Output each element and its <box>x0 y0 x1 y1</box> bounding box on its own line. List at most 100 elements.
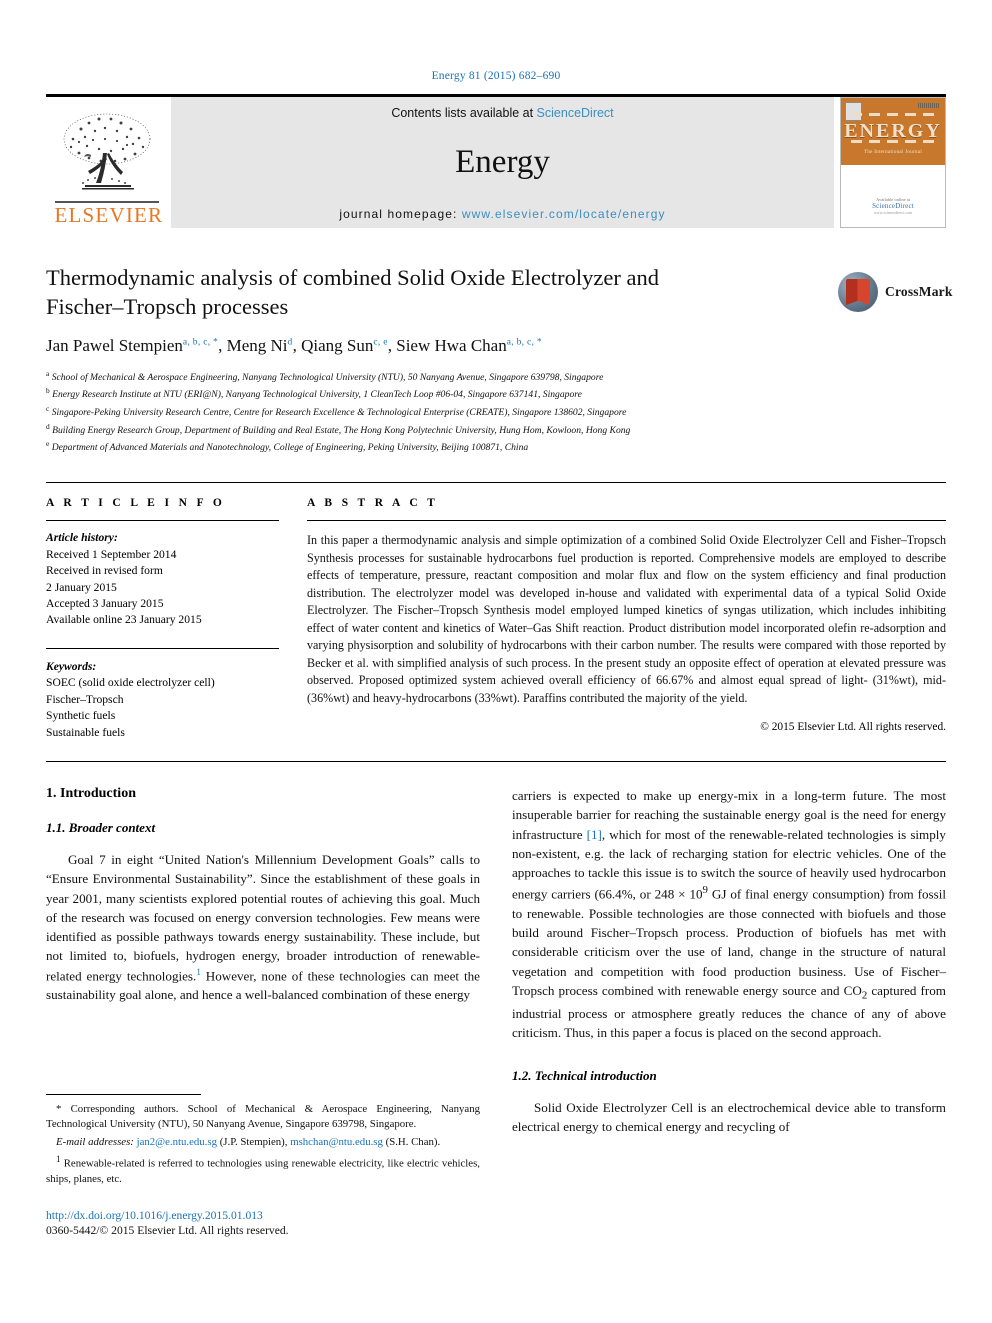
abstract-copyright: © 2015 Elsevier Ltd. All rights reserved… <box>760 720 946 733</box>
abstract-heading: A B S T R A C T <box>307 497 439 510</box>
journal-homepage-link[interactable]: www.elsevier.com/locate/energy <box>462 207 666 221</box>
body-column-right: carriers is expected to make up energy-m… <box>512 786 946 1136</box>
author-separator: , <box>292 335 302 355</box>
divider <box>46 520 279 522</box>
homepage-prefix: journal homepage: <box>339 207 462 221</box>
article-history-block: Article history: Received 1 September 20… <box>46 530 279 629</box>
title-block: Thermodynamic analysis of combined Solid… <box>46 264 952 356</box>
page-footer: http://dx.doi.org/10.1016/j.energy.2015.… <box>46 1209 566 1237</box>
history-item: Available online 23 January 2015 <box>46 613 202 627</box>
keywords-block: Keywords: SOEC (solid oxide electrolyzer… <box>46 647 279 741</box>
paragraph: carriers is expected to make up energy-m… <box>512 786 946 1042</box>
crossmark-book-icon <box>846 279 870 305</box>
contents-line: Contents lists available at ScienceDirec… <box>391 106 613 120</box>
issn-copyright: 0360-5442/© 2015 Elsevier Ltd. All right… <box>46 1224 289 1237</box>
affiliation-item: e Department of Advanced Materials and N… <box>46 438 946 456</box>
contents-prefix: Contents lists available at <box>391 106 537 120</box>
crossmark-badge[interactable]: CrossMark <box>838 270 952 314</box>
author-affiliation-marks: c, e <box>373 336 388 347</box>
divider <box>307 520 946 522</box>
history-item: Received 1 September 2014 <box>46 547 177 561</box>
cover-top-band: ENERGY The International Journal <box>841 98 945 166</box>
email-owner-1: (J.P. Stempien), <box>217 1136 291 1149</box>
author-separator: , <box>218 335 227 355</box>
affiliation-mark: b <box>46 386 50 396</box>
paragraph: Solid Oxide Electrolyzer Cell is an elec… <box>512 1100 946 1135</box>
cover-decor-line-top <box>851 112 935 116</box>
affiliation-item: d Building Energy Research Group, Depart… <box>46 421 946 439</box>
affiliation-text: Department of Advanced Materials and Nan… <box>51 442 529 454</box>
author-name: Qiang Sun <box>301 335 374 355</box>
article-info-heading: A R T I C L E I N F O <box>46 497 226 510</box>
email-owner-2: (S.H. Chan). <box>382 1136 441 1149</box>
sciencedirect-link[interactable]: ScienceDirect <box>537 106 614 120</box>
footnote-number-marker: 1 <box>56 1154 61 1165</box>
page-title: Thermodynamic analysis of combined Solid… <box>46 265 659 319</box>
cover-sd-url: www.sciencedirect.com <box>873 209 913 215</box>
email-link-2[interactable]: mshchan@ntu.edu.sg <box>290 1136 383 1148</box>
crossmark-label: CrossMark <box>885 284 953 299</box>
cover-sd-brand: ScienceDirect <box>872 201 914 210</box>
body-column-left: 1. Introduction 1.1. Broader context Goa… <box>46 786 480 1136</box>
author-name: Jan Pawel Stempien <box>46 335 183 355</box>
affiliation-item: b Energy Research Institute at NTU (ERI@… <box>46 385 946 403</box>
keyword-item: Fischer–Tropsch <box>46 692 124 706</box>
history-item: Accepted 3 January 2015 <box>46 597 164 610</box>
paragraph-text: Goal 7 in eight “United Nation's Millenn… <box>46 852 480 983</box>
article-info-column: A R T I C L E I N F O Article history: R… <box>46 497 279 741</box>
footnotes-block: * Corresponding authors. School of Mecha… <box>46 1094 480 1190</box>
cover-subtitle: The International Journal <box>863 150 923 156</box>
affiliation-mark: e <box>46 439 50 449</box>
body-columns: 1. Introduction 1.1. Broader context Goa… <box>46 761 946 1136</box>
affiliation-text: Energy Research Institute at NTU (ERI@N)… <box>52 389 582 401</box>
keyword-item: SOEC (solid oxide electrolyzer cell) <box>46 676 215 690</box>
affiliation-text: Building Energy Research Group, Departme… <box>52 424 631 436</box>
elsevier-logo: ELSEVIER <box>46 97 167 228</box>
info-abstract-row: A R T I C L E I N F O Article history: R… <box>46 482 946 741</box>
paragraph: Goal 7 in eight “United Nation's Millenn… <box>46 850 480 1004</box>
affiliation-text: School of Mechanical & Aerospace Enginee… <box>51 371 604 383</box>
affiliation-mark: c <box>46 404 50 414</box>
footnote-corresponding-text: Corresponding authors. School of Mechani… <box>46 1103 480 1131</box>
footnote-emails: E-mail addresses: jan2@e.ntu.edu.sg (J.P… <box>46 1135 480 1150</box>
footnote-corresponding: * Corresponding authors. School of Mecha… <box>46 1102 480 1132</box>
journal-title: Energy <box>455 144 550 180</box>
article-history-label: Article history: <box>46 531 118 545</box>
paper-page: Energy 81 (2015) 682–690 ELSEVIER Conten… <box>0 0 992 1323</box>
paragraph-text-cont2: GJ of final energy consumption) from fos… <box>512 886 946 998</box>
affiliation-mark: a <box>46 368 50 378</box>
email-label: E-mail addresses: <box>56 1136 134 1149</box>
footnote-star-marker: * <box>56 1103 62 1115</box>
author-affiliation-marks: a, b, c, * <box>182 336 219 347</box>
keyword-item: Sustainable fuels <box>46 725 125 739</box>
affiliation-mark: d <box>46 421 50 431</box>
cover-elsevier-mark-icon <box>845 102 862 121</box>
keywords-body: Keywords: SOEC (solid oxide electrolyzer… <box>46 659 279 741</box>
author-affiliation-marks: a, b, c, * <box>506 336 542 347</box>
crossmark-icon <box>838 272 878 312</box>
footnote-note-text: Renewable-related is referred to technol… <box>46 1157 480 1186</box>
author-separator: , <box>387 335 397 355</box>
keywords-label: Keywords: <box>46 659 97 673</box>
footnote-note-1: 1 Renewable-related is referred to techn… <box>46 1153 480 1187</box>
cover-barcode-icon <box>918 103 940 108</box>
affiliation-item: a School of Mechanical & Aerospace Engin… <box>46 368 946 386</box>
author-list: Jan Pawel Stempiena, b, c, *, Meng Nid, … <box>46 336 816 356</box>
author-name: Meng Ni <box>226 335 288 355</box>
cover-bottom-area: Available online at ScienceDirect www.sc… <box>841 165 945 227</box>
doi-link[interactable]: http://dx.doi.org/10.1016/j.energy.2015.… <box>46 1209 566 1222</box>
journal-cover-thumbnail: ENERGY The International Journal Availab… <box>840 97 946 228</box>
affiliation-item: c Singapore-Peking University Research C… <box>46 403 946 421</box>
citation-link-1[interactable]: [1] <box>587 827 602 842</box>
cover-sciencedirect-block: Available online at ScienceDirect www.sc… <box>841 197 945 215</box>
elsevier-tree-icon <box>55 109 159 201</box>
elsevier-wordmark: ELSEVIER <box>54 201 164 227</box>
history-item: 2 January 2015 <box>46 580 117 594</box>
history-item: Received in revised form <box>46 564 163 578</box>
section-heading-1-2: 1.2. Technical introduction <box>512 1068 657 1083</box>
journal-homepage-line: journal homepage: www.elsevier.com/locat… <box>339 207 665 221</box>
affiliation-list: a School of Mechanical & Aerospace Engin… <box>46 368 946 457</box>
section-heading-1-1: 1.1. Broader context <box>46 820 156 836</box>
section-heading-1: 1. Introduction <box>46 786 136 802</box>
email-link-1[interactable]: jan2@e.ntu.edu.sg <box>137 1136 217 1148</box>
